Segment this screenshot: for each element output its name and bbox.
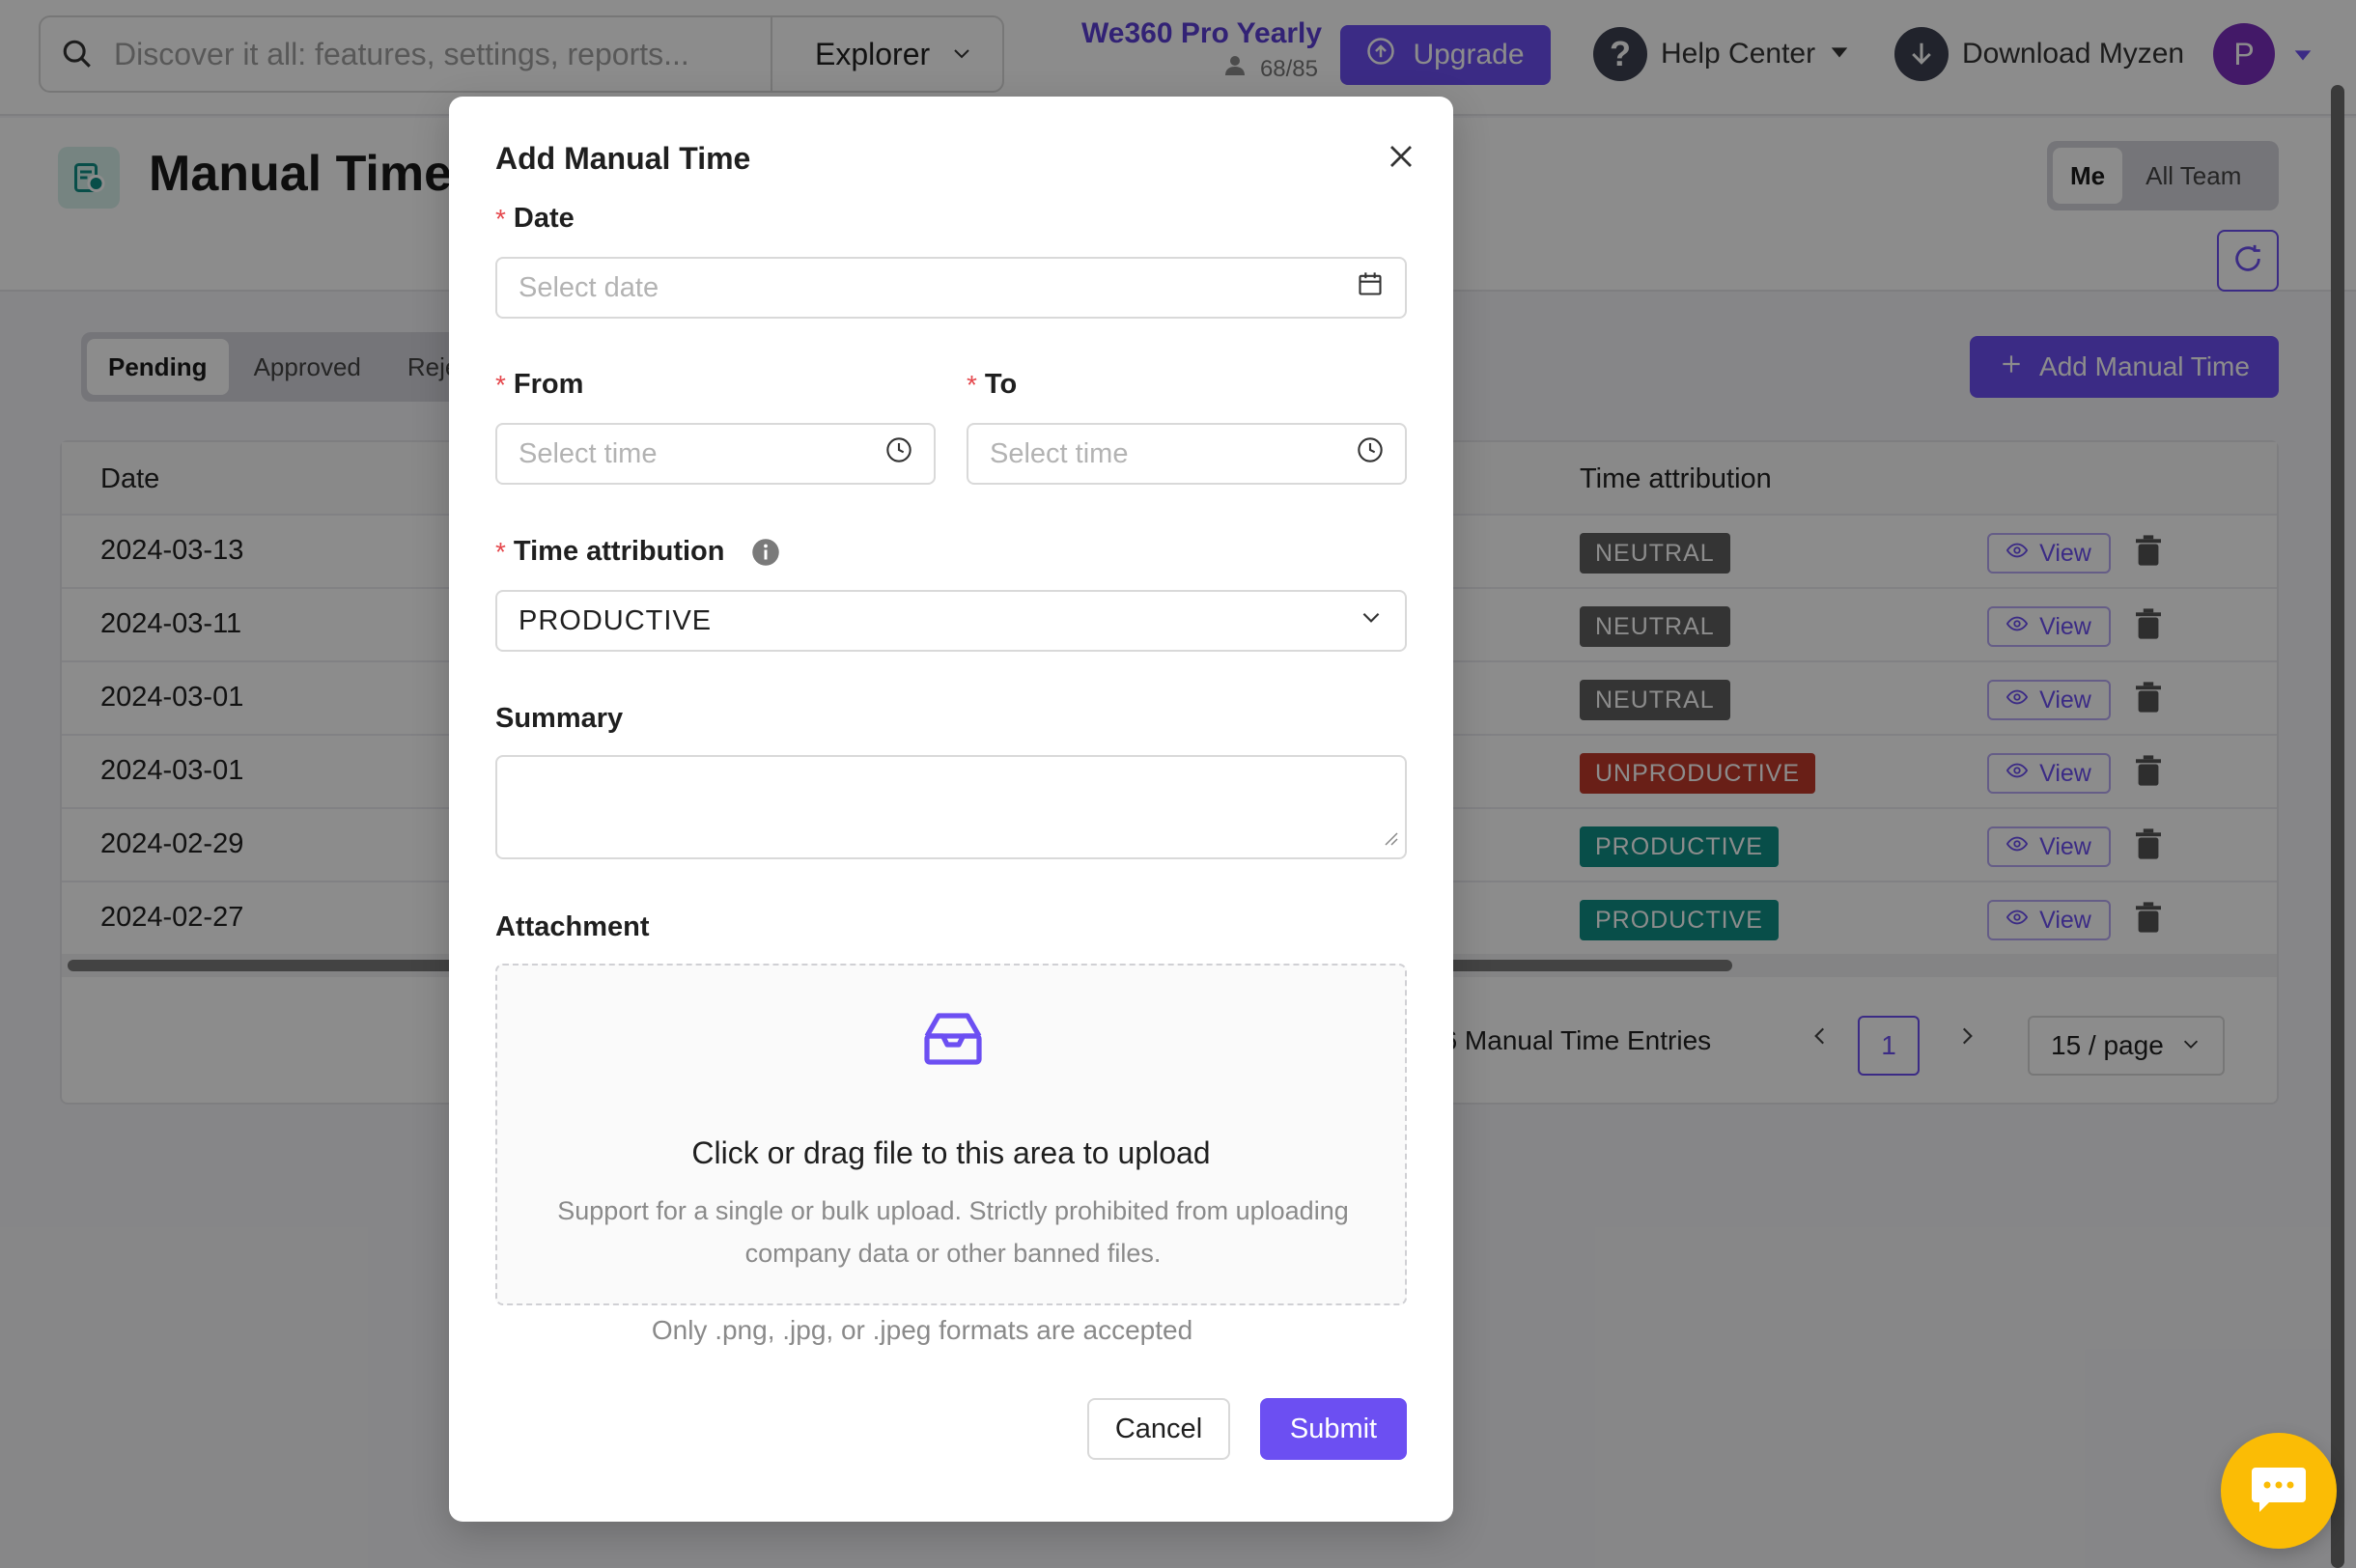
add-manual-time-dialog: Add Manual Time * Date Select date * Fro… xyxy=(449,97,1453,1522)
date-label-text: Date xyxy=(513,203,575,234)
from-time-picker[interactable]: Select time xyxy=(495,423,936,485)
time-attribution-label-text: Time attribution xyxy=(513,536,725,567)
clock-icon xyxy=(1357,436,1384,471)
to-placeholder: Select time xyxy=(990,437,1129,469)
dialog-title: Add Manual Time xyxy=(495,141,751,176)
summary-label: Summary xyxy=(495,703,624,734)
date-picker[interactable]: Select date xyxy=(495,257,1407,319)
to-label-text: To xyxy=(984,369,1018,400)
time-attribution-label: * Time attribution xyxy=(495,536,780,568)
summary-textarea[interactable] xyxy=(495,755,1407,859)
chat-icon xyxy=(2248,1462,2310,1521)
upload-hint: Support for a single or bulk upload. Str… xyxy=(557,1196,1349,1268)
chat-launcher-button[interactable] xyxy=(2221,1433,2337,1549)
from-placeholder: Select time xyxy=(519,437,658,469)
clock-icon xyxy=(885,436,912,471)
upload-text: Click or drag file to this area to uploa… xyxy=(691,1135,1211,1170)
date-label: * Date xyxy=(495,203,575,235)
time-attribution-select[interactable]: PRODUCTIVE xyxy=(495,590,1407,652)
to-time-picker[interactable]: Select time xyxy=(967,423,1407,485)
calendar-icon xyxy=(1357,270,1384,305)
resize-handle-icon[interactable] xyxy=(1384,831,1399,852)
date-placeholder: Select date xyxy=(519,271,659,303)
formats-note: Only .png, .jpg, or .jpeg formats are ac… xyxy=(651,1315,1193,1345)
required-marker: * xyxy=(495,369,506,400)
chevron-down-icon xyxy=(1359,604,1384,637)
required-marker: * xyxy=(495,203,506,234)
attachment-label: Attachment xyxy=(495,911,650,942)
close-icon[interactable] xyxy=(1380,135,1422,178)
cancel-button[interactable]: Cancel xyxy=(1087,1398,1230,1460)
from-label-text: From xyxy=(513,369,584,400)
upload-dropzone[interactable]: Click or drag file to this area to uploa… xyxy=(495,964,1407,1305)
required-marker: * xyxy=(495,536,506,567)
info-icon[interactable] xyxy=(751,538,780,567)
to-label: * To xyxy=(967,369,1017,401)
required-marker: * xyxy=(967,369,977,400)
inbox-icon xyxy=(918,1004,988,1078)
submit-button[interactable]: Submit xyxy=(1260,1398,1407,1460)
from-label: * From xyxy=(495,369,583,401)
time-attribution-value: PRODUCTIVE xyxy=(519,604,713,636)
